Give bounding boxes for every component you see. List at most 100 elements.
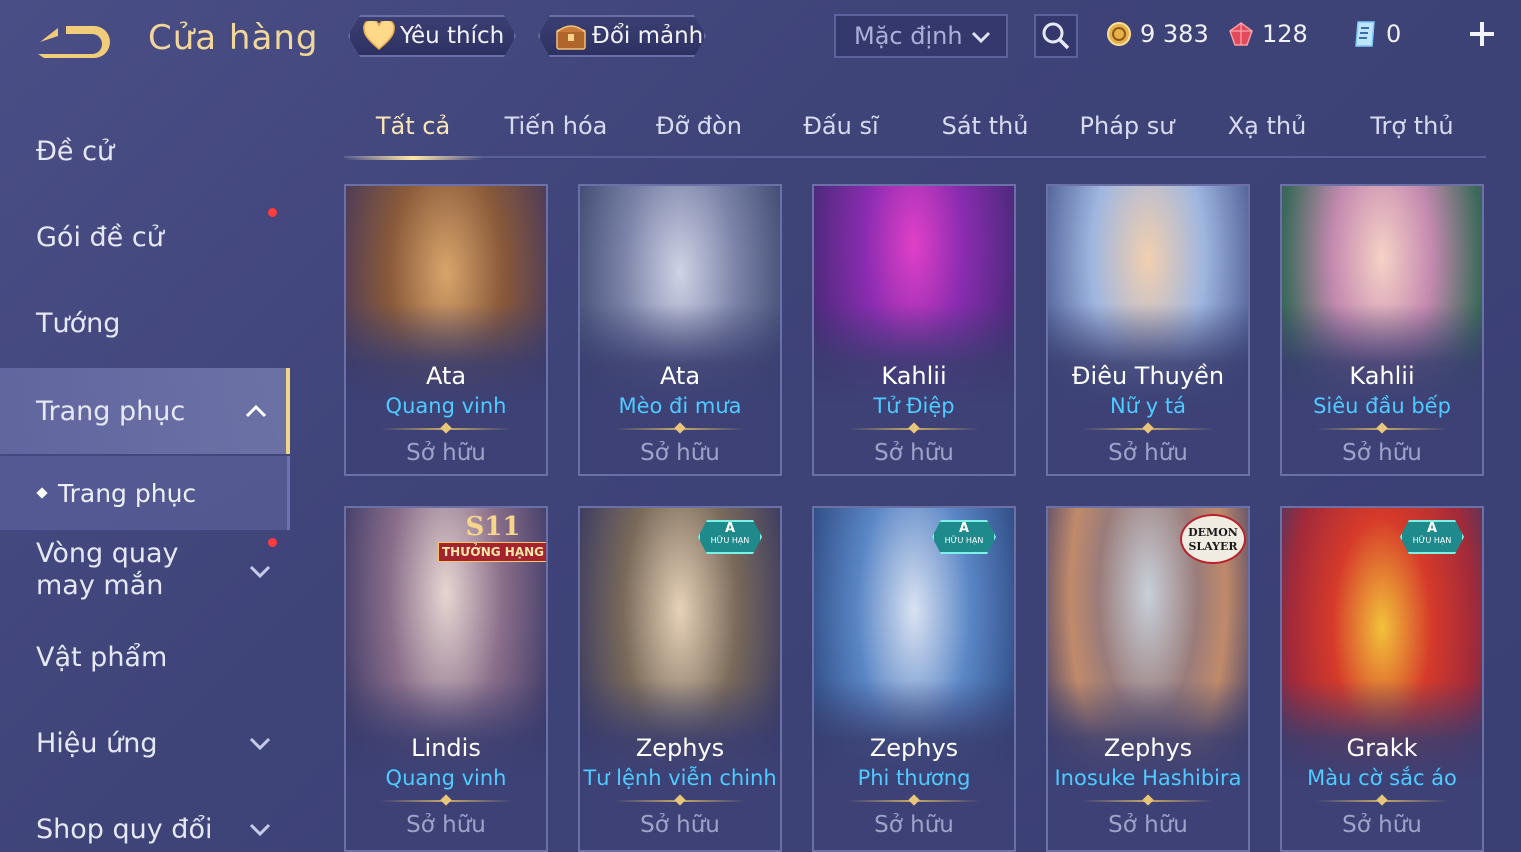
badge-title: A: [724, 521, 736, 536]
back-button[interactable]: [36, 20, 112, 64]
divider: [848, 428, 980, 430]
sidebar-item-label: Vật phẩm: [36, 641, 168, 673]
favorites-button[interactable]: Yêu thích: [348, 15, 516, 57]
page-title: Cửa hàng: [148, 18, 319, 58]
rank-reward-badge: S11 THƯỞNG HẠNG: [438, 512, 546, 564]
tab-support[interactable]: Trợ thủ: [1344, 112, 1480, 140]
sidebar-item-effects[interactable]: Hiệu ứng: [0, 706, 290, 780]
owned-status: Sở hữu: [1342, 440, 1422, 466]
sidebar-item-label: Gói đề cử: [36, 221, 164, 253]
tab-mage[interactable]: Pháp sư: [1062, 112, 1192, 140]
voucher-balance: 0: [1350, 14, 1401, 54]
tab-label: Xạ thủ: [1227, 112, 1307, 140]
chevron-down-icon: [249, 737, 271, 751]
active-tab-indicator: [344, 156, 482, 160]
tab-label: Tất cả: [375, 112, 451, 140]
sort-dropdown[interactable]: Mặc định: [834, 14, 1008, 58]
chevron-up-icon: [245, 404, 267, 418]
hero-name: Zephys: [1103, 734, 1193, 762]
chevron-down-icon: [249, 565, 271, 579]
badge-title: A: [958, 521, 970, 536]
badge-subtitle: HỮU HẠN: [710, 536, 750, 545]
skin-card[interactable]: DEMON SLAYER Zephys Inosuke Hashibira Sở…: [1046, 506, 1250, 852]
divider: [1316, 428, 1448, 430]
chevron-down-icon: [971, 31, 991, 44]
skin-card[interactable]: Kahlii Tử Điệp Sở hữu: [812, 184, 1016, 476]
owned-status: Sở hữu: [640, 440, 720, 466]
exchange-shards-button[interactable]: Đổi mảnh: [538, 15, 706, 57]
skin-card[interactable]: A HỮU HẠN Zephys Tư lệnh viễn chinh Sở h…: [578, 506, 782, 852]
sidebar: Đề cử Gói đề cử Tướng Trang phục Trang p…: [0, 100, 300, 852]
red-gem-icon: [1226, 19, 1256, 49]
hero-name: Điêu Thuyền: [1071, 362, 1225, 390]
sidebar-item-lucky-wheel[interactable]: Vòng quay may mắn: [0, 532, 290, 608]
badge-title: S11: [465, 512, 521, 542]
skin-name: Nữ y tá: [1110, 394, 1186, 418]
sidebar-item-bundles[interactable]: Gói đề cử: [0, 202, 290, 272]
tab-label: Tiến hóa: [504, 112, 608, 140]
owned-status: Sở hữu: [874, 440, 954, 466]
treasure-chest-icon: [554, 19, 588, 53]
sidebar-item-label: Trang phục: [36, 395, 186, 427]
shards-label: Đổi mảnh: [592, 23, 704, 49]
limited-badge: A HỮU HẠN: [932, 520, 996, 554]
skin-name: Siêu đầu bếp: [1313, 394, 1451, 418]
back-arrow-icon: [38, 26, 110, 58]
skin-card[interactable]: A HỮU HẠN Zephys Phi thương Sở hữu: [812, 506, 1016, 852]
skin-name: Quang vinh: [385, 394, 507, 418]
skin-name: Phi thương: [857, 766, 971, 790]
skin-card[interactable]: Kahlii Siêu đầu bếp Sở hữu: [1280, 184, 1484, 476]
plus-icon: [1470, 22, 1494, 46]
sidebar-item-skins[interactable]: Trang phục: [0, 368, 290, 454]
sidebar-subitem-label: Trang phục: [58, 478, 197, 508]
hero-name: Lindis: [411, 734, 481, 762]
skin-card[interactable]: Điêu Thuyền Nữ y tá Sở hữu: [1046, 184, 1250, 476]
divider: [380, 800, 512, 802]
search-icon: [1042, 22, 1070, 50]
owned-status: Sở hữu: [406, 812, 486, 838]
badge-title: A: [1426, 521, 1438, 536]
tab-label: Sát thủ: [941, 112, 1029, 140]
collab-badge: DEMON SLAYER: [1180, 514, 1246, 564]
gold-amount: 9 383: [1140, 20, 1209, 48]
sidebar-item-featured[interactable]: Đề cử: [0, 116, 290, 186]
skin-card[interactable]: Ata Quang vinh Sở hữu: [344, 184, 548, 476]
owned-status: Sở hữu: [874, 812, 954, 838]
sidebar-subitem-skins[interactable]: Trang phục: [0, 456, 290, 530]
hero-name: Zephys: [869, 734, 959, 762]
tab-marksman[interactable]: Xạ thủ: [1202, 112, 1332, 140]
skin-name: Mèo đi mưa: [618, 394, 742, 418]
gem-amount: 128: [1262, 20, 1308, 48]
skin-name: Quang vinh: [385, 766, 507, 790]
category-tabs: Tất cả Tiến hóa Đỡ đòn Đấu sĩ Sát thủ Ph…: [344, 100, 1486, 160]
owned-status: Sở hữu: [640, 812, 720, 838]
divider: [614, 428, 746, 430]
divider: [380, 428, 512, 430]
divider: [1082, 428, 1214, 430]
skin-card[interactable]: Ata Mèo đi mưa Sở hữu: [578, 184, 782, 476]
tab-assassin[interactable]: Sát thủ: [920, 112, 1050, 140]
tab-fighter[interactable]: Đấu sĩ: [776, 112, 906, 140]
hero-name: Grakk: [1346, 734, 1418, 762]
skin-card[interactable]: S11 THƯỞNG HẠNG Lindis Quang vinh Sở hữu: [344, 506, 548, 852]
tab-label: Đấu sĩ: [803, 112, 879, 140]
skin-name: Inosuke Hashibira: [1054, 766, 1242, 790]
owned-status: Sở hữu: [1108, 440, 1188, 466]
tab-evolution[interactable]: Tiến hóa: [488, 112, 624, 140]
sidebar-item-heroes[interactable]: Tướng: [0, 288, 290, 358]
divider: [848, 800, 980, 802]
search-button[interactable]: [1034, 14, 1078, 58]
sidebar-item-label: Đề cử: [36, 135, 115, 167]
gem-balance: 128: [1226, 14, 1308, 54]
add-currency-button[interactable]: [1462, 14, 1502, 54]
sort-value: Mặc định: [854, 22, 963, 50]
skin-name: Tử Điệp: [873, 394, 955, 418]
tab-tank[interactable]: Đỡ đòn: [634, 112, 764, 140]
divider: [1082, 800, 1214, 802]
sidebar-item-exchange-shop[interactable]: Shop quy đổi: [0, 792, 290, 852]
tab-all[interactable]: Tất cả: [344, 112, 482, 160]
tab-label: Đỡ đòn: [655, 112, 743, 140]
heart-icon: [362, 19, 396, 53]
sidebar-item-items[interactable]: Vật phẩm: [0, 620, 290, 694]
skin-card[interactable]: A HỮU HẠN Grakk Màu cờ sắc áo Sở hữu: [1280, 506, 1484, 852]
